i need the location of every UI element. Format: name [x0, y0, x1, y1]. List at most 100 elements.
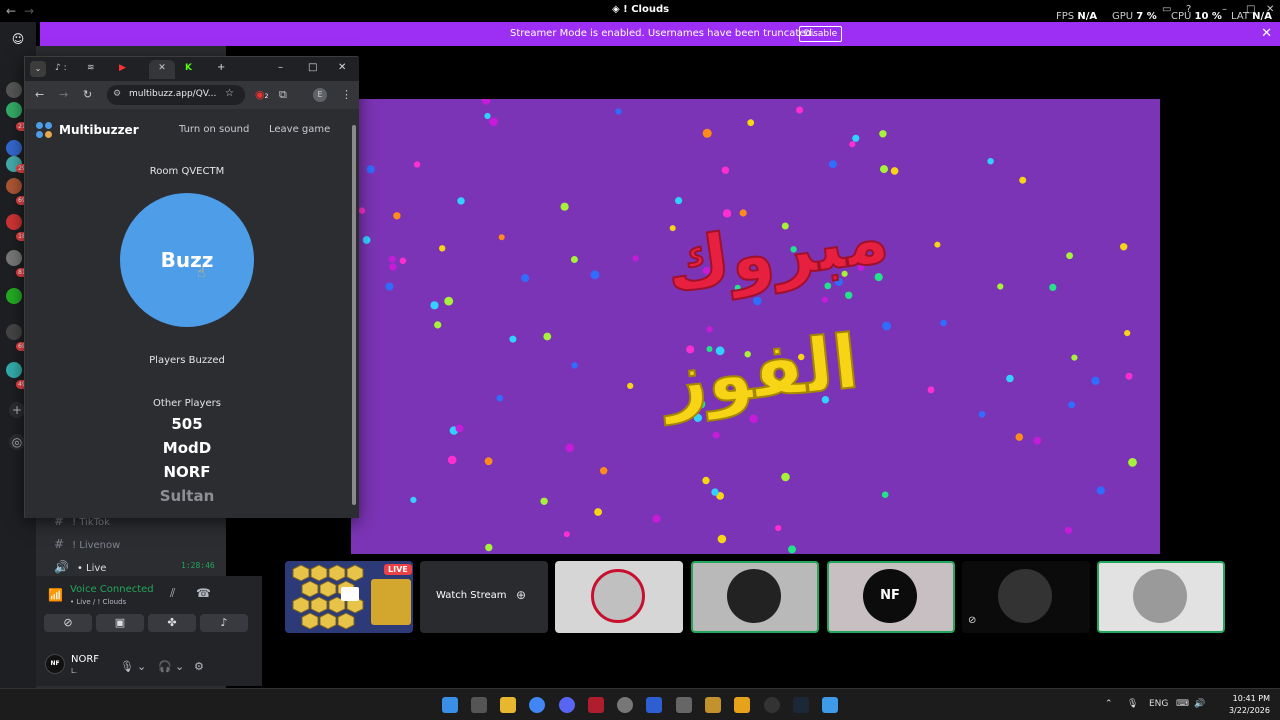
server-icon[interactable]	[6, 288, 22, 304]
page-scrollbar[interactable]	[349, 109, 359, 518]
buzz-button[interactable]: Buzz	[120, 193, 254, 327]
volume-icon[interactable]: 🔊	[1194, 699, 1205, 709]
extension-icon[interactable]: ◉2	[255, 88, 268, 101]
server-icon[interactable]	[6, 324, 22, 340]
server-icon[interactable]	[6, 250, 22, 266]
profile-avatar[interactable]: E	[313, 88, 327, 102]
scrollbar-thumb[interactable]	[352, 125, 356, 505]
minimize-icon[interactable]: –	[278, 62, 283, 73]
stream-video[interactable]: مبروك الفوز	[351, 99, 1160, 554]
taskbar-clock[interactable]: 10:41 PM 3/22/2026	[1214, 693, 1270, 717]
language-indicator[interactable]: ENG	[1149, 699, 1168, 709]
gpu-value: 7 %	[1136, 11, 1157, 22]
confetti-dot	[543, 332, 552, 341]
chevron-down-icon[interactable]: ⌄	[137, 660, 146, 673]
participant-tile[interactable]	[555, 561, 683, 633]
tab-kick[interactable]: ≋	[87, 60, 113, 79]
speaker-icon: 🔊	[54, 560, 69, 574]
username[interactable]: NORF	[71, 654, 99, 665]
network-icon[interactable]: ⌨	[1176, 699, 1189, 709]
turn-on-sound-link[interactable]: Turn on sound	[179, 124, 249, 135]
discord-icon[interactable]	[559, 697, 575, 713]
menu-dots-icon[interactable]: ⋮	[341, 88, 352, 101]
tab-kick-2[interactable]: K	[185, 60, 211, 79]
discord-home-icon[interactable]: ☺	[8, 30, 28, 48]
channel-item[interactable]: # ! Livenow	[54, 537, 120, 551]
confetti-dot	[489, 117, 498, 127]
windows-start-icon[interactable]	[442, 697, 458, 713]
participant-tile[interactable]	[1097, 561, 1225, 633]
tab-tiktok[interactable]: ♪ :	[55, 60, 81, 79]
server-icon[interactable]	[6, 140, 22, 156]
confetti-dot	[447, 455, 457, 465]
participant-tile[interactable]	[691, 561, 819, 633]
voice-channel-live[interactable]: 🔊 • Live 1:28:46	[54, 560, 215, 574]
app-icon[interactable]	[734, 697, 750, 713]
screen-share-button[interactable]: ▣	[96, 614, 144, 632]
activities-button[interactable]: ✤	[148, 614, 196, 632]
steam-icon[interactable]	[793, 697, 809, 713]
help-icon[interactable]: ?	[1186, 4, 1191, 15]
app-icon[interactable]	[646, 697, 662, 713]
confetti-dot	[880, 165, 888, 174]
forward-icon[interactable]: →	[59, 88, 68, 101]
address-bar[interactable]: ⚙ multibuzz.app/QV... ☆	[107, 85, 245, 105]
server-icon[interactable]	[6, 178, 22, 194]
watch-stream-tile[interactable]: Watch Stream ⊕	[420, 561, 548, 633]
close-window-icon[interactable]: ✕	[1266, 4, 1274, 15]
participant-tile[interactable]: NF	[827, 561, 955, 633]
chevron-up-icon[interactable]: ⌃	[1105, 699, 1113, 709]
chrome-icon[interactable]	[529, 697, 545, 713]
store-icon[interactable]	[471, 697, 487, 713]
server-icon[interactable]	[6, 362, 22, 378]
noise-suppression-icon[interactable]: ⫽	[170, 586, 175, 601]
file-explorer-icon[interactable]	[500, 697, 516, 713]
forward-arrow-icon[interactable]: →	[24, 4, 34, 18]
leave-game-link[interactable]: Leave game	[269, 124, 330, 135]
tab-search-icon[interactable]: ⌄	[30, 61, 46, 77]
signal-icon[interactable]: 📶	[48, 588, 63, 602]
site-info-icon[interactable]: ⚙	[113, 89, 121, 99]
extensions-puzzle-icon[interactable]: ⧉	[279, 88, 287, 102]
app-icon[interactable]	[588, 697, 604, 713]
brand-name[interactable]: Multibuzzer	[59, 123, 139, 137]
headphones-icon[interactable]: 🎧	[158, 660, 172, 673]
discover-icon[interactable]: ◎	[9, 434, 25, 450]
minimize-icon[interactable]: –	[1222, 4, 1227, 15]
add-server-icon[interactable]: +	[9, 402, 25, 418]
tab-youtube[interactable]: ▶	[119, 60, 145, 79]
app-icon[interactable]	[764, 697, 780, 713]
disable-streamer-mode-button[interactable]: Disable	[799, 26, 842, 42]
avatar[interactable]: NF	[45, 654, 65, 674]
settings-icon[interactable]	[617, 697, 633, 713]
server-icon[interactable]	[6, 82, 22, 98]
maximize-icon[interactable]: □	[1246, 4, 1255, 15]
chevron-down-icon[interactable]: ⌄	[175, 660, 184, 673]
back-icon[interactable]: ←	[35, 88, 44, 101]
maximize-icon[interactable]: □	[308, 62, 317, 73]
participant-tile[interactable]: ⊘	[962, 561, 1090, 633]
microphone-icon[interactable]: 🎙	[120, 660, 134, 673]
voice-connected-title[interactable]: Voice Connected	[70, 584, 154, 595]
app-icon[interactable]	[822, 697, 838, 713]
confetti-dot	[721, 166, 730, 174]
disconnect-icon[interactable]: ☎	[196, 586, 211, 600]
new-tab-icon[interactable]: +	[217, 62, 225, 73]
close-banner-icon[interactable]: ✕	[1261, 26, 1272, 41]
microphone-icon[interactable]: 🎙	[1127, 699, 1138, 709]
confetti-dot	[879, 130, 887, 138]
server-icon[interactable]	[6, 102, 22, 118]
back-arrow-icon[interactable]: ←	[6, 4, 16, 18]
game-stream-tile[interactable]: LIVE	[285, 561, 413, 633]
bookmark-star-icon[interactable]: ☆	[225, 88, 234, 99]
server-icon[interactable]	[6, 214, 22, 230]
camera-off-button[interactable]: ⊘	[44, 614, 92, 632]
inbox-icon[interactable]: ▭	[1162, 4, 1171, 15]
gear-icon[interactable]: ⚙	[194, 660, 204, 673]
close-icon[interactable]: ✕	[338, 62, 346, 73]
soundboard-button[interactable]: ♪	[200, 614, 248, 632]
tab-multibuzz[interactable]: ✕	[149, 60, 175, 79]
reload-icon[interactable]: ↻	[83, 88, 92, 101]
app-icon[interactable]	[705, 697, 721, 713]
app-icon[interactable]	[676, 697, 692, 713]
